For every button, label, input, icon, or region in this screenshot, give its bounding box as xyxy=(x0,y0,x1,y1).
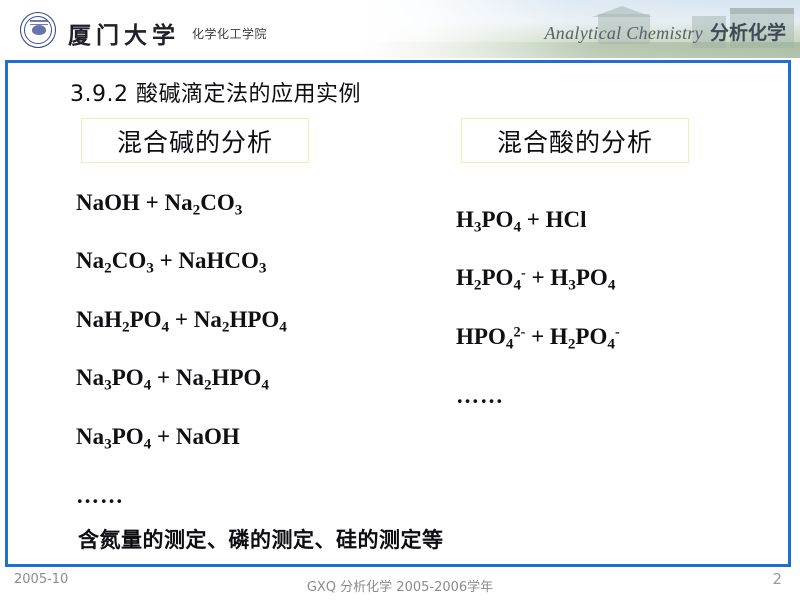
formula-list-mixed-base: NaOH + Na2CO3 Na2CO3 + NaHCO3 NaH2PO4 + … xyxy=(76,191,416,509)
formula-item: Na3PO4 + Na2HPO4 xyxy=(76,365,270,394)
formula-item: Na3PO4 + NaOH xyxy=(76,423,240,452)
course-title-block: Analytical Chemistry 分析化学 xyxy=(545,18,787,45)
bottom-note: 含氮量的测定、磷的测定、硅的测定等 xyxy=(78,528,444,552)
formula-item: H3PO4 + HCl xyxy=(456,207,587,236)
formula-item: Na2CO3 + NaHCO3 xyxy=(76,248,267,277)
slide-header-banner: 厦门大学 化学化工学院 Analytical Chemistry 分析化学 xyxy=(0,0,800,58)
slide-footer: 2005-10 GXQ 分析化学 2005-2006学年 2 xyxy=(0,570,800,600)
section-heading-label-mixed-acid: 混合酸的分析 xyxy=(496,127,653,157)
formula-item: HPO42- + H2PO4- xyxy=(456,323,620,353)
formula-item: NaH2PO4 + Na2HPO4 xyxy=(76,306,287,336)
content-frame: 3.9.2 酸碱滴定法的应用实例 混合碱的分析 混合酸的分析 NaOH + Na… xyxy=(5,60,791,567)
course-title-english: Analytical Chemistry xyxy=(544,23,703,43)
page-title: 3.9.2 酸碱滴定法的应用实例 xyxy=(70,82,361,107)
section-heading-label-mixed-base: 混合碱的分析 xyxy=(116,127,273,157)
formula-list-ellipsis: …… xyxy=(456,383,504,409)
seal-inner-mark xyxy=(30,20,48,25)
university-name: 厦门大学 xyxy=(68,23,180,49)
formula-list-mixed-acid: H3PO4 + HCl H2PO4- + H3PO4 HPO42- + H2PO… xyxy=(456,208,776,409)
formula-item: H2PO4- + H3PO4 xyxy=(456,265,616,294)
section-heading-box-mixed-acid: 混合酸的分析 xyxy=(461,118,689,163)
university-seal-icon xyxy=(20,12,56,48)
school-name: 化学化工学院 xyxy=(192,27,268,41)
section-heading-box-mixed-base: 混合碱的分析 xyxy=(81,118,309,163)
course-title-chinese: 分析化学 xyxy=(709,22,786,44)
formula-item: NaOH + Na2CO3 xyxy=(76,190,243,219)
slide-canvas: 厦门大学 化学化工学院 Analytical Chemistry 分析化学 3.… xyxy=(0,0,800,600)
footer-page-number: 2 xyxy=(772,570,782,588)
formula-list-ellipsis: …… xyxy=(76,483,124,509)
footer-course-info: GXQ 分析化学 2005-2006学年 xyxy=(306,580,494,595)
